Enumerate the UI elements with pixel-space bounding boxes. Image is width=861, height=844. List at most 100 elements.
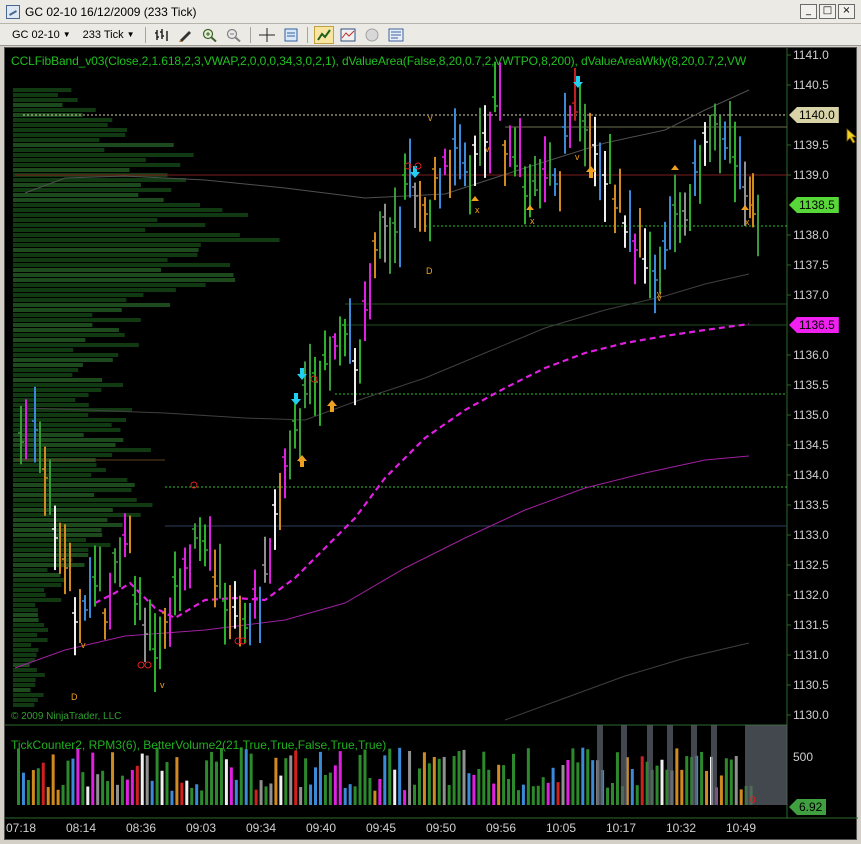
volume-profile-bar xyxy=(13,403,89,407)
data-box-icon[interactable] xyxy=(281,26,301,44)
volume-profile-bar xyxy=(13,318,141,322)
time-axis[interactable]: 07:18 08:14 08:36 09:03 09:34 09:40 09:45 09:50… xyxy=(5,818,787,840)
volume-bar xyxy=(219,747,223,805)
volume-bar xyxy=(591,760,595,805)
volume-bar xyxy=(353,786,357,805)
volume-profile-bar xyxy=(13,608,38,612)
price-chart[interactable]: vvvvvvvxx xDD0 xyxy=(5,48,858,841)
buy-arrow-icon xyxy=(297,455,307,467)
volume-bar xyxy=(229,767,233,805)
volume-bar xyxy=(705,770,709,805)
volume-axis[interactable]: 500 6.92 xyxy=(787,725,857,819)
volume-bar xyxy=(685,756,689,805)
volume-bar xyxy=(368,777,372,805)
minimize-button[interactable]: _ xyxy=(800,4,817,19)
price-tag: 1136.5 xyxy=(789,317,839,333)
price-axis[interactable]: 1141.0 1140.5 1139.5 1139.0 1138.0 1137.5 1137… xyxy=(787,48,857,722)
indicators-icon[interactable] xyxy=(338,26,358,44)
volume-bar xyxy=(467,773,471,805)
price-tick-label: 1136.0 xyxy=(793,348,829,362)
volume-profile-bar xyxy=(13,498,137,502)
volume-bar xyxy=(328,772,332,805)
volume-bar xyxy=(185,780,189,805)
vwap-line xyxy=(94,322,750,620)
volume-profile-bar xyxy=(13,313,93,317)
interval-selector[interactable]: 233 Tick ▼ xyxy=(79,26,139,44)
volume-bar xyxy=(170,790,174,805)
properties-icon[interactable] xyxy=(386,26,406,44)
volume-profile-bar xyxy=(13,263,231,267)
volume-bar xyxy=(566,759,570,805)
volume-profile-bar xyxy=(13,103,63,107)
strategies-icon[interactable] xyxy=(362,26,382,44)
volume-bar xyxy=(551,767,555,805)
time-tick-label: 09:34 xyxy=(245,821,277,835)
interval-label: 233 Tick xyxy=(82,28,124,41)
chart-panel[interactable]: vvvvvvvxxxDD0 CCLFibBand_v03(Close,2,1.6… xyxy=(4,47,858,841)
volume-bar xyxy=(26,780,30,805)
volume-bar xyxy=(437,758,441,805)
chart-toolbar: GC 02-10 ▼ 233 Tick ▼ xyxy=(0,24,861,46)
volume-profile-bar xyxy=(13,158,146,162)
volume-profile-bar xyxy=(13,163,181,167)
volume-bar xyxy=(413,784,416,805)
price-tick-label: 1131.5 xyxy=(793,618,829,632)
triangle-marker xyxy=(741,205,749,210)
price-tick-label: 1139.5 xyxy=(793,138,829,152)
volume-bar xyxy=(427,763,431,805)
volume-profile-bar xyxy=(13,618,39,622)
volume-bar xyxy=(190,787,194,805)
volume-bar xyxy=(254,789,258,805)
volume-bar xyxy=(611,782,614,805)
volume-profile-bar xyxy=(13,493,95,497)
window-titlebar[interactable]: GC 02-10 16/12/2009 (233 Tick) _ □ × xyxy=(0,0,861,24)
chart-window-icon xyxy=(6,4,20,19)
chart-trader-icon[interactable] xyxy=(313,25,334,44)
volume-bar xyxy=(348,784,352,805)
bar-type-icon[interactable] xyxy=(152,26,172,44)
volume-profile-bar xyxy=(13,478,128,482)
zoom-in-icon[interactable] xyxy=(200,26,220,44)
volume-profile-bar xyxy=(13,233,240,237)
volume-bar xyxy=(606,787,610,805)
volume-profile-bar xyxy=(13,378,103,382)
volume-profile-bar xyxy=(13,418,127,422)
lower-fib-band xyxy=(504,642,750,721)
price-tick-label: 1131.0 xyxy=(793,648,829,662)
volume-bar xyxy=(343,787,347,805)
vwap-lower-band xyxy=(14,455,750,669)
volume-bar xyxy=(378,778,382,805)
volume-bar xyxy=(561,765,565,805)
volume-bar xyxy=(635,785,639,805)
volume-bar xyxy=(269,783,273,805)
volume-profile-bar xyxy=(13,563,85,567)
volume-profile-bar xyxy=(13,623,45,627)
volume-profile-bar xyxy=(13,288,176,292)
time-tick-label: 09:45 xyxy=(365,821,397,835)
volume-bar xyxy=(724,758,728,805)
volume-bar xyxy=(323,774,327,805)
time-tick-label: 09:40 xyxy=(305,821,337,835)
drawing-tool-icon[interactable] xyxy=(176,26,196,44)
instrument-selector[interactable]: GC 02-10 ▼ xyxy=(8,26,75,44)
volume-bar xyxy=(422,752,426,805)
time-tick-label: 09:50 xyxy=(425,821,457,835)
crosshair-icon[interactable] xyxy=(257,26,277,44)
volume-profile-bar xyxy=(13,678,36,682)
zoom-out-icon[interactable] xyxy=(224,26,244,44)
close-button[interactable]: × xyxy=(838,4,855,19)
chevron-down-icon: ▼ xyxy=(126,30,135,39)
maximize-button[interactable]: □ xyxy=(819,4,836,19)
volume-bar xyxy=(660,759,664,805)
volume-profile-bar xyxy=(13,693,44,697)
volume-bar xyxy=(249,753,253,805)
volume-profile-bar xyxy=(13,433,84,437)
volume-profile-bar xyxy=(13,473,92,477)
time-tick-label: 10:17 xyxy=(605,821,637,835)
volume-bar xyxy=(546,782,550,805)
volume-bar xyxy=(680,769,684,805)
volume-bar xyxy=(729,759,733,805)
volume-profile-bar xyxy=(13,333,125,337)
volume-profile-bar xyxy=(13,528,102,532)
volume-bar xyxy=(21,772,25,805)
